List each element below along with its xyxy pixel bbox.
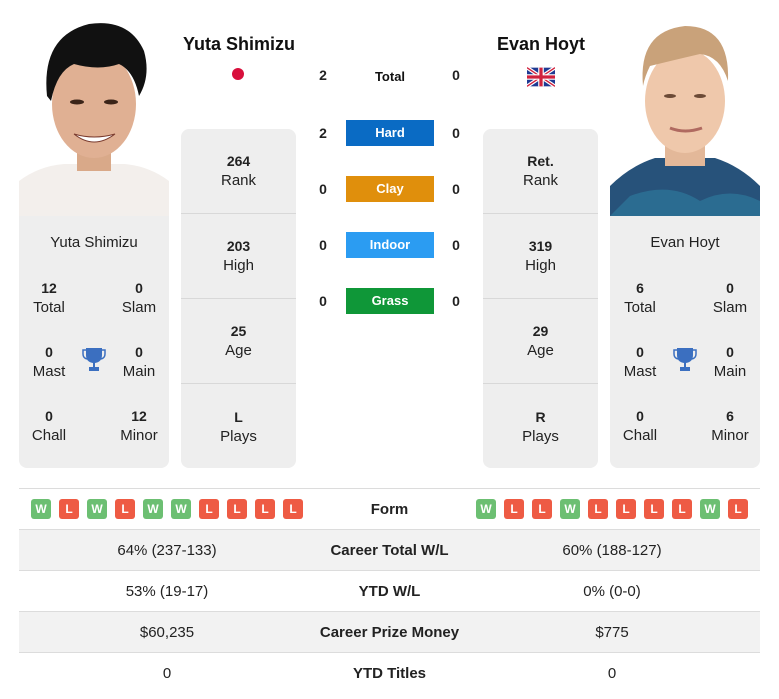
titles-slam: 0 Slam [712, 280, 748, 316]
right-value: 60% (188-127) [562, 541, 662, 559]
form-badge-win[interactable]: W [87, 499, 107, 519]
left-value: 0 [162, 664, 172, 682]
h2h-right-value: 0 [452, 67, 460, 83]
h2h-left-value: 0 [319, 237, 327, 253]
h2h-left-value: 0 [319, 181, 327, 197]
player-stats-right: Ret. Rank 319 High 29 Age R Plays [483, 129, 598, 468]
form-badge-loss[interactable]: L [59, 499, 79, 519]
h2h-left-value: 2 [319, 125, 327, 141]
row-label: YTD Titles [352, 664, 427, 682]
form-list-right: WLLWLLLLWL [464, 499, 760, 519]
surface-badge-hard[interactable]: Hard [346, 120, 434, 146]
titles-card-left: Yuta Shimizu 12 Total 0 Slam 0 Mast 0 Ma… [19, 216, 169, 468]
table-row: 0 YTD Titles 0 [19, 652, 760, 693]
stat-rank: Ret. Rank [483, 129, 598, 214]
right-value: $775 [595, 623, 629, 641]
form-badge-loss[interactable]: L [255, 499, 275, 519]
table-row: 64% (237-133) Career Total W/L 60% (188-… [19, 529, 760, 570]
form-badge-win[interactable]: W [476, 499, 496, 519]
titles-card-right: Evan Hoyt 6 Total 0 Slam 0 Mast 0 Main 0… [610, 216, 760, 468]
titles-mast: 0 Mast [32, 344, 66, 380]
uk-flag-icon [527, 67, 555, 87]
row-label: Career Prize Money [319, 623, 460, 641]
stat-age: 25 Age [181, 299, 296, 384]
form-badge-loss[interactable]: L [283, 499, 303, 519]
comparison-table: WLWLWWLLLL Form WLLWLLLLWL 64% (237-133)… [19, 488, 760, 693]
titles-minor: 12 Minor [120, 408, 158, 444]
h2h-left-value: 2 [319, 67, 327, 83]
h2h-row-clay: 0 Clay 0 [310, 176, 470, 202]
h2h-row-grass: 0 Grass 0 [310, 288, 470, 314]
form-badge-loss[interactable]: L [728, 499, 748, 519]
row-label: YTD W/L [358, 582, 421, 600]
form-row: WLWLWWLLLL Form WLLWLLLLWL [19, 488, 760, 529]
titles-chall: 0 Chall [31, 408, 67, 444]
trophy-icon [673, 348, 697, 371]
player-photo-right [610, 16, 760, 216]
surface-badge-indoor[interactable]: Indoor [346, 232, 434, 258]
right-value: 0% (0-0) [583, 582, 641, 600]
form-badge-loss[interactable]: L [588, 499, 608, 519]
form-badge-loss[interactable]: L [672, 499, 692, 519]
titles-total: 6 Total [624, 280, 656, 316]
card-player-name[interactable]: Yuta Shimizu [19, 234, 169, 251]
trophy-icon [82, 348, 106, 371]
row-label: Career Total W/L [330, 541, 449, 559]
h2h-row-total: 2 Total 0 [310, 62, 470, 88]
h2h-row-hard: 2 Hard 0 [310, 120, 470, 146]
form-badge-loss[interactable]: L [616, 499, 636, 519]
h2h-right-value: 0 [452, 125, 460, 141]
form-badge-win[interactable]: W [560, 499, 580, 519]
form-badge-win[interactable]: W [700, 499, 720, 519]
titles-main: 0 Main [713, 344, 747, 380]
h2h-total-label: Total [374, 69, 406, 84]
stat-high: 319 High [483, 214, 598, 299]
player-name-left[interactable]: Yuta Shimizu [159, 34, 319, 55]
player-stats-left: 264 Rank 203 High 25 Age L Plays [181, 129, 296, 468]
left-value: 53% (19-17) [125, 582, 209, 600]
card-player-name[interactable]: Evan Hoyt [610, 234, 760, 251]
stat-age: 29 Age [483, 299, 598, 384]
h2h-row-indoor: 0 Indoor 0 [310, 232, 470, 258]
form-badge-win[interactable]: W [171, 499, 191, 519]
form-badge-loss[interactable]: L [532, 499, 552, 519]
form-list-left: WLWLWWLLLL [19, 499, 315, 519]
titles-slam: 0 Slam [121, 280, 157, 316]
stat-plays: R Plays [522, 408, 559, 445]
titles-total: 12 Total [33, 280, 65, 316]
form-badge-loss[interactable]: L [199, 499, 219, 519]
table-row: $60,235 Career Prize Money $775 [19, 611, 760, 652]
japan-flag-icon [232, 68, 244, 80]
form-badge-loss[interactable]: L [115, 499, 135, 519]
form-badge-loss[interactable]: L [644, 499, 664, 519]
h2h-left-value: 0 [319, 293, 327, 309]
player-name-right[interactable]: Evan Hoyt [461, 34, 621, 55]
h2h-right-value: 0 [452, 237, 460, 253]
form-badge-loss[interactable]: L [504, 499, 524, 519]
left-value: 64% (237-133) [117, 541, 217, 559]
titles-main: 0 Main [122, 344, 156, 380]
stat-plays: L Plays [220, 408, 257, 445]
titles-chall: 0 Chall [622, 408, 658, 444]
right-value: 0 [607, 664, 617, 682]
form-badge-loss[interactable]: L [227, 499, 247, 519]
left-value: $60,235 [139, 623, 195, 641]
form-badge-win[interactable]: W [31, 499, 51, 519]
stat-rank: 264 Rank [181, 129, 296, 214]
table-row: 53% (19-17) YTD W/L 0% (0-0) [19, 570, 760, 611]
form-badge-win[interactable]: W [143, 499, 163, 519]
surface-badge-clay[interactable]: Clay [346, 176, 434, 202]
surface-badge-grass[interactable]: Grass [346, 288, 434, 314]
player-photo-left [19, 16, 169, 216]
titles-mast: 0 Mast [623, 344, 657, 380]
stat-high: 203 High [181, 214, 296, 299]
form-label: Form [370, 500, 409, 518]
h2h-right-value: 0 [452, 181, 460, 197]
titles-minor: 6 Minor [711, 408, 749, 444]
h2h-right-value: 0 [452, 293, 460, 309]
